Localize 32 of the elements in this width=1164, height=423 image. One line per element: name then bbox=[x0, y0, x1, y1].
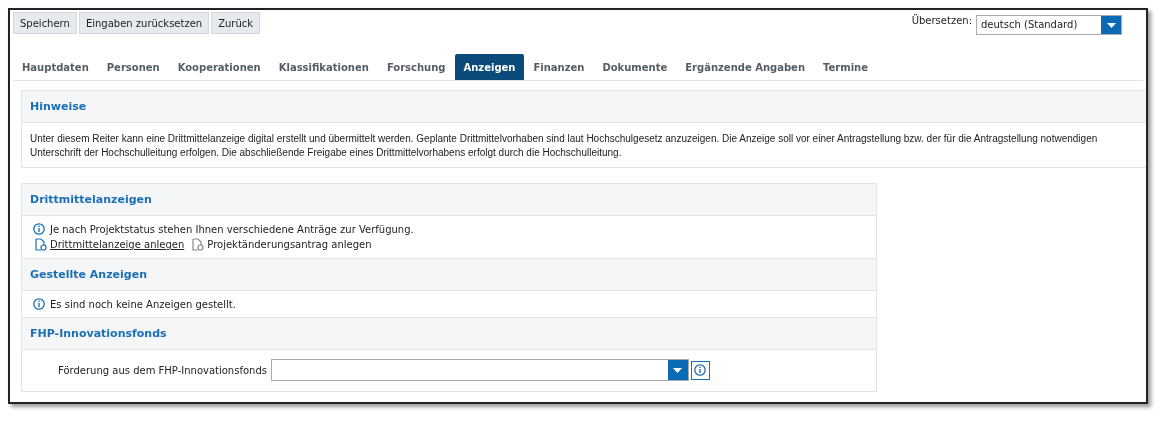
panel-title: Hinweise bbox=[30, 100, 87, 113]
tab[interactable]: Klassifikationen bbox=[269, 54, 378, 80]
translate-label: Übersetzen: bbox=[911, 15, 972, 26]
tab[interactable]: Hauptdaten bbox=[13, 54, 98, 80]
info-button[interactable] bbox=[690, 360, 710, 380]
document-icon bbox=[192, 238, 205, 251]
panel-title: Gestellte Anzeigen bbox=[30, 268, 147, 281]
toolbar-button[interactable]: Speichern bbox=[13, 12, 77, 34]
document-icon bbox=[35, 238, 47, 251]
panel-title: Drittmittelanzeigen bbox=[30, 193, 152, 206]
caret-icon bbox=[667, 360, 688, 380]
info-text: Je nach Projektstatus stehen Ihnen verschiedene Anträge zur Verfügung. bbox=[50, 223, 414, 235]
action-link[interactable]: Drittmittelanzeige anlegen bbox=[35, 238, 185, 251]
funding-select[interactable] bbox=[270, 359, 689, 381]
field-label: Förderung aus dem FHP-Innovationsfonds bbox=[58, 364, 267, 376]
info-text: Es sind noch keine Anzeigen gestellt. bbox=[50, 298, 236, 310]
panel-title: FHP-Innovationsfonds bbox=[30, 327, 167, 340]
info-icon bbox=[33, 223, 45, 235]
toolbar-button[interactable]: Zurück bbox=[211, 12, 261, 34]
tab[interactable]: Personen bbox=[97, 54, 169, 80]
tab[interactable]: Anzeigen bbox=[454, 54, 525, 80]
tab[interactable]: Dokumente bbox=[593, 54, 677, 80]
toolbar-button[interactable]: Eingaben zurücksetzen bbox=[78, 12, 210, 34]
tab[interactable]: Kooperationen bbox=[168, 54, 270, 80]
tab[interactable]: Ergänzende Angaben bbox=[676, 54, 814, 80]
caret-icon bbox=[1101, 16, 1121, 34]
info-icon bbox=[33, 298, 45, 310]
language-select[interactable]: deutsch (Standard) bbox=[976, 15, 1122, 35]
tab[interactable]: Finanzen bbox=[524, 54, 594, 80]
tab[interactable]: Forschung bbox=[377, 54, 455, 80]
tab[interactable]: Termine bbox=[814, 54, 877, 80]
notes-text: Unter diesem Reiter kann eine Drittmittelanzeige digital erstellt und übermittelt werden. Geplante Drittmittelvorhaben sind laut Hochschulgesetz anzuzeigen. Die Anzeige soll vor einer Antragstellung bzw. der für die Antragstellung notwendigen Unterschrift der Hochschulleitung erfolgen. Die abschließende Freigabe eines Drittmittelvorhabens erfolgt durch die Hochschulleitung. bbox=[30, 132, 1099, 160]
